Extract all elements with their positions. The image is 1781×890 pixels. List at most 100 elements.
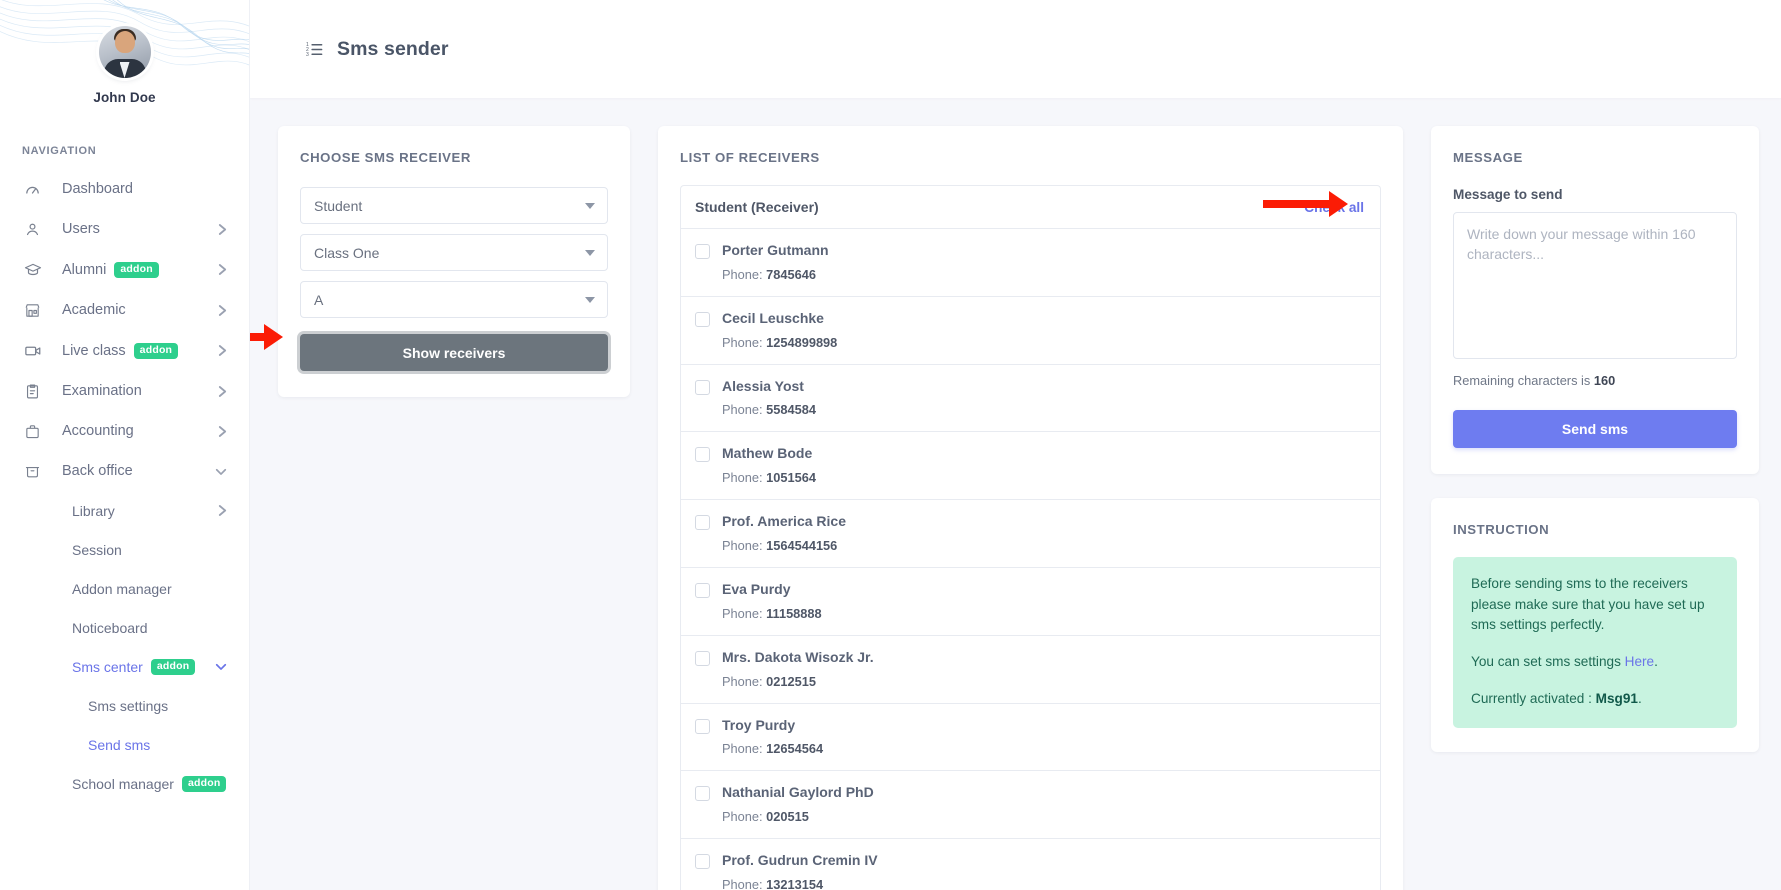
sidebar-item-label: Dashboard <box>62 181 133 197</box>
receiver-checkbox[interactable] <box>695 515 710 530</box>
table-row[interactable]: Alessia YostPhone: 5584584 <box>681 365 1380 433</box>
receiver-checkbox[interactable] <box>695 854 710 869</box>
receiver-checkbox[interactable] <box>695 244 710 259</box>
receiver-phone-label: Phone: <box>722 402 766 417</box>
nav-heading: NAVIGATION <box>22 145 249 157</box>
store-icon <box>24 302 48 319</box>
sidebar-item-label: Accounting <box>62 423 134 439</box>
receiver-phone: Phone: 1254899898 <box>722 335 837 350</box>
instruction-box: Before sending sms to the receivers plea… <box>1453 557 1737 728</box>
avatar[interactable] <box>99 26 151 78</box>
receiver-phone-label: Phone: <box>722 674 766 689</box>
receiver-phone-label: Phone: <box>722 877 766 890</box>
show-receivers-button[interactable]: Show receivers <box>300 334 608 371</box>
app-root: John Doe NAVIGATION Dashboard Users <box>0 0 1781 890</box>
class-select[interactable]: Class One <box>300 234 608 271</box>
instruction-title: INSTRUCTION <box>1453 522 1737 537</box>
addon-badge: addon <box>114 262 159 278</box>
instruction-line-2-suffix: . <box>1654 654 1658 669</box>
receiver-phone-label: Phone: <box>722 267 766 282</box>
sms-settings-link[interactable]: Here <box>1625 654 1654 669</box>
sidebar-item-label: Back office <box>62 463 133 479</box>
send-sms-button[interactable]: Send sms <box>1453 410 1737 448</box>
receivers-row-list: Porter Gutmann Phone: 7845646 Cecil Leusch… <box>681 229 1380 890</box>
receiver-checkbox[interactable] <box>695 380 710 395</box>
receiver-phone-label: Phone: <box>722 470 766 485</box>
table-row[interactable]: Troy Purdy Phone: 12654564 <box>681 704 1380 772</box>
receiver-phone-value: 0212515 <box>766 674 816 689</box>
receiver-phone: Phone: 13213154 <box>722 877 878 890</box>
nav-list: Dashboard Users Alu <box>0 169 249 803</box>
sidebar-item-academic[interactable]: Academic <box>0 290 249 330</box>
sidebar-item-label: Live class <box>62 343 126 359</box>
receiver-name: Prof. America Rice <box>722 513 846 530</box>
sidebar-item-examination[interactable]: Examination <box>0 371 249 411</box>
receiver-name: Troy Purdy <box>722 717 823 734</box>
choose-receiver-column: CHOOSE SMS RECEIVER Student Class One A … <box>278 126 630 397</box>
sidebar-item-sms-center[interactable]: Sms center addon <box>0 647 249 686</box>
instruction-card: INSTRUCTION Before sending sms to the re… <box>1431 498 1759 752</box>
sidebar-item-school-manager[interactable]: School manager addon <box>0 764 249 803</box>
remaining-prefix: Remaining characters is <box>1453 373 1590 388</box>
sidebar: John Doe NAVIGATION Dashboard Users <box>0 0 250 890</box>
user-icon <box>24 221 48 238</box>
sidebar-item-dashboard[interactable]: Dashboard <box>0 169 249 209</box>
receiver-phone-value: 13213154 <box>766 877 823 890</box>
receiver-checkbox[interactable] <box>695 719 710 734</box>
table-row[interactable]: Prof. Gudrun Cremin IVPhone: 13213154 <box>681 839 1380 890</box>
addon-badge: addon <box>134 343 179 359</box>
receiver-phone-value: 11158888 <box>766 606 822 621</box>
receiver-phone-label: Phone: <box>722 741 766 756</box>
page-header: 1 2 3 Sms sender <box>250 0 1781 98</box>
sidebar-item-noticeboard[interactable]: Noticeboard <box>0 608 249 647</box>
sidebar-item-live-class[interactable]: Live class addon <box>0 330 249 371</box>
receiver-name: Alessia Yost <box>722 378 816 395</box>
chevron-right-icon <box>218 425 227 438</box>
sidebar-item-users[interactable]: Users <box>0 209 249 249</box>
table-row[interactable]: Mathew BodePhone: 1051564 <box>681 432 1380 500</box>
receiver-phone-value: 1564544156 <box>766 538 837 553</box>
instruction-line-1: Before sending sms to the receivers plea… <box>1471 574 1719 636</box>
table-row[interactable]: Mrs. Dakota Wisozk Jr.Phone: 0212515 <box>681 636 1380 704</box>
check-all-link[interactable]: Check all <box>1304 200 1364 215</box>
sidebar-item-label: Users <box>62 221 100 237</box>
message-title: MESSAGE <box>1453 150 1737 165</box>
receiver-type-select[interactable]: Student <box>300 187 608 224</box>
receiver-name: Porter Gutmann <box>722 242 829 259</box>
receiver-type-select-wrap: Student <box>300 187 608 224</box>
receiver-phone-value: 12654564 <box>766 741 823 756</box>
sidebar-item-session[interactable]: Session <box>0 530 249 569</box>
sidebar-item-library[interactable]: Library <box>0 491 249 530</box>
sidebar-item-alumni[interactable]: Alumni addon <box>0 249 249 290</box>
message-input[interactable] <box>1453 212 1737 359</box>
table-row[interactable]: Prof. America RicePhone: 1564544156 <box>681 500 1380 568</box>
sidebar-item-sms-settings[interactable]: Sms settings <box>0 686 249 725</box>
section-select[interactable]: A <box>300 281 608 318</box>
receivers-column-header: Student (Receiver) <box>695 199 819 215</box>
receiver-name: Mathew Bode <box>722 445 816 462</box>
table-row[interactable]: Porter Gutmann Phone: 7845646 <box>681 229 1380 297</box>
sidebar-profile: John Doe <box>0 0 249 105</box>
table-row[interactable]: Nathanial Gaylord PhDPhone: 020515 <box>681 771 1380 839</box>
chevron-right-icon <box>218 385 227 398</box>
section-select-wrap: A <box>300 281 608 318</box>
receivers-title: LIST OF RECEIVERS <box>680 150 1381 165</box>
table-row[interactable]: Eva PurdyPhone: 11158888 <box>681 568 1380 636</box>
class-select-wrap: Class One <box>300 234 608 271</box>
receiver-checkbox[interactable] <box>695 651 710 666</box>
sidebar-item-accounting[interactable]: Accounting <box>0 411 249 451</box>
receiver-phone: Phone: 7845646 <box>722 267 829 282</box>
receiver-checkbox[interactable] <box>695 786 710 801</box>
receiver-checkbox[interactable] <box>695 447 710 462</box>
sidebar-item-label: Noticeboard <box>72 620 148 636</box>
receivers-table-header: Student (Receiver) Check all <box>681 186 1380 229</box>
sidebar-item-back-office[interactable]: Back office <box>0 451 249 491</box>
sidebar-item-send-sms[interactable]: Send sms <box>0 725 249 764</box>
receivers-table: Student (Receiver) Check all Porter Gutm… <box>680 185 1381 890</box>
main-area: 1 2 3 Sms sender CHOOSE SMS RECEIVER Stu… <box>250 0 1781 890</box>
sidebar-item-addon-manager[interactable]: Addon manager <box>0 569 249 608</box>
instruction-line-2: You can set sms settings Here. <box>1471 652 1719 673</box>
receiver-checkbox[interactable] <box>695 312 710 327</box>
table-row[interactable]: Cecil LeuschkePhone: 1254899898 <box>681 297 1380 365</box>
receiver-checkbox[interactable] <box>695 583 710 598</box>
